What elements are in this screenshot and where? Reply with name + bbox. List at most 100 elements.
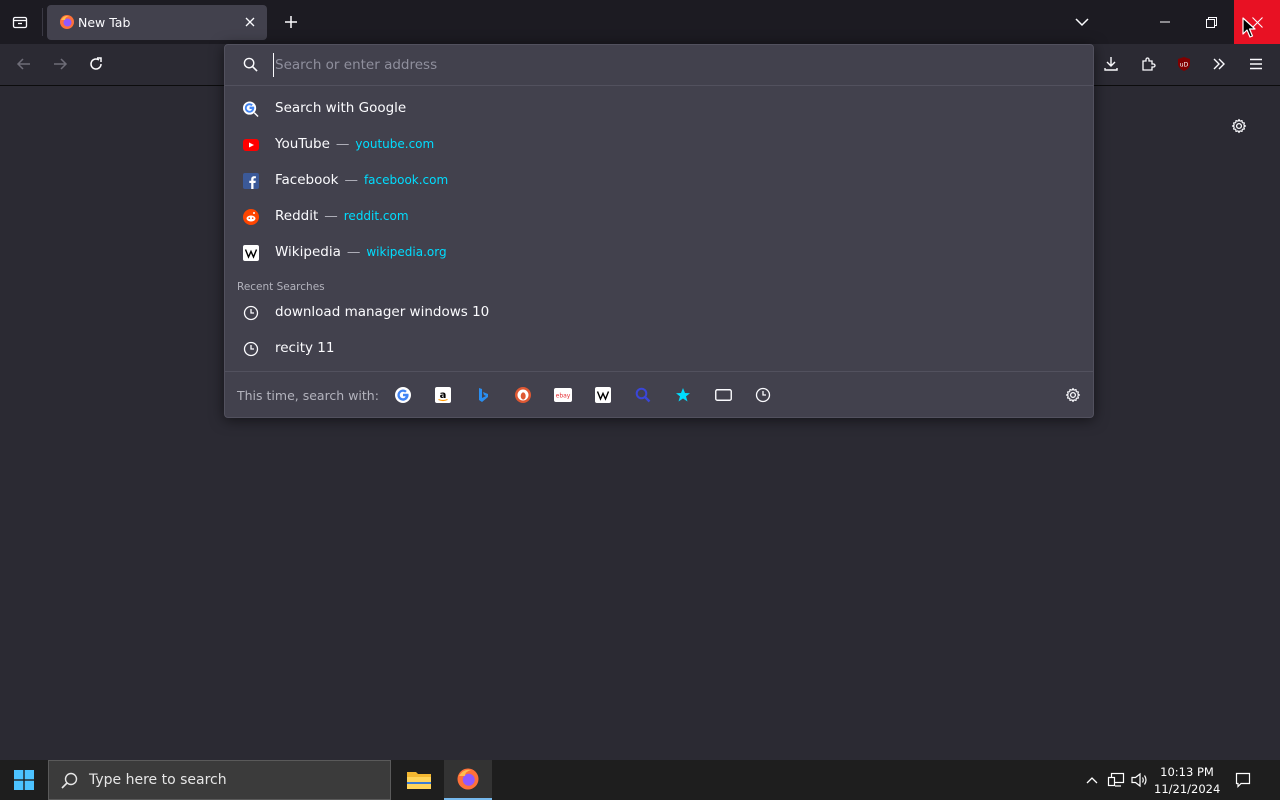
result-label: recity 11 bbox=[275, 340, 335, 356]
reload-button[interactable] bbox=[82, 50, 110, 78]
restore-icon bbox=[1205, 16, 1217, 28]
plus-icon bbox=[285, 16, 297, 28]
extensions-button[interactable] bbox=[1134, 50, 1162, 78]
history-clock-icon bbox=[242, 304, 259, 321]
minimize-icon bbox=[1160, 21, 1170, 23]
ublock-origin-button[interactable]: uD bbox=[1170, 50, 1198, 78]
taskbar-search-box[interactable]: Type here to search bbox=[48, 760, 391, 800]
engine-bing-icon[interactable] bbox=[473, 385, 493, 405]
window-close-button[interactable] bbox=[1234, 0, 1280, 44]
downloads-button[interactable] bbox=[1097, 50, 1125, 78]
customize-new-tab-button[interactable] bbox=[1225, 112, 1253, 140]
search-icon bbox=[61, 772, 78, 793]
youtube-icon bbox=[242, 136, 259, 153]
show-hidden-icons-button[interactable] bbox=[1082, 770, 1102, 790]
folder-icon bbox=[407, 772, 431, 789]
history-clock-icon bbox=[242, 340, 259, 357]
urlbar-results-popup: Search with Google YouTube—youtube.com F… bbox=[224, 44, 1094, 418]
download-icon bbox=[1104, 57, 1118, 71]
tab-new-tab[interactable]: New Tab bbox=[47, 5, 267, 40]
new-tab-button[interactable] bbox=[277, 8, 305, 36]
hamburger-icon bbox=[1250, 58, 1262, 70]
engine-search-icon[interactable] bbox=[633, 385, 653, 405]
google-search-icon bbox=[242, 100, 259, 117]
urlbar-input[interactable] bbox=[273, 53, 1075, 77]
result-search-with-google[interactable]: Search with Google bbox=[225, 90, 1093, 126]
result-label: Reddit — reddit.com bbox=[275, 208, 409, 224]
result-url: youtube.com bbox=[355, 137, 435, 151]
result-url: wikipedia.org bbox=[366, 245, 447, 259]
app-menu-button[interactable] bbox=[1242, 50, 1270, 78]
start-button[interactable] bbox=[0, 760, 48, 800]
tab-title: New Tab bbox=[78, 15, 131, 30]
result-recent-search[interactable]: recity 11 bbox=[225, 330, 1093, 366]
back-button[interactable] bbox=[10, 50, 38, 78]
engine-duckduckgo-icon[interactable] bbox=[513, 385, 533, 405]
result-recent-search[interactable]: download manager windows 10 bbox=[225, 294, 1093, 330]
windows-taskbar: Type here to search 10:13 PM 11/21/2024 bbox=[0, 760, 1280, 800]
history-clock-icon[interactable] bbox=[753, 385, 773, 405]
taskbar-firefox[interactable] bbox=[444, 760, 492, 800]
result-label: Wikipedia — wikipedia.org bbox=[275, 244, 447, 260]
windows-logo-icon bbox=[14, 770, 34, 790]
speaker-icon bbox=[1131, 772, 1147, 788]
window-minimize-button[interactable] bbox=[1142, 0, 1188, 44]
result-shortcut-youtube[interactable]: YouTube — youtube.com bbox=[225, 126, 1093, 162]
puzzle-icon bbox=[1142, 57, 1156, 71]
tab-close-icon[interactable] bbox=[242, 14, 258, 30]
engine-wikipedia-icon[interactable] bbox=[593, 385, 613, 405]
forward-arrow-icon bbox=[54, 58, 68, 70]
tabs-icon[interactable] bbox=[713, 385, 733, 405]
reddit-icon bbox=[242, 208, 259, 225]
tab-separator bbox=[42, 8, 43, 36]
network-tray-button[interactable] bbox=[1105, 770, 1127, 790]
gear-icon bbox=[1231, 118, 1247, 134]
ublock-shield-icon: uD bbox=[1178, 57, 1190, 71]
double-chevron-right-icon bbox=[1213, 58, 1225, 70]
urlbar-input-row bbox=[225, 45, 1093, 86]
firefox-view-icon bbox=[12, 16, 28, 29]
list-all-tabs-button[interactable] bbox=[1068, 8, 1096, 36]
facebook-icon bbox=[242, 172, 259, 189]
result-url: reddit.com bbox=[343, 209, 409, 223]
volume-tray-button[interactable] bbox=[1129, 770, 1151, 790]
result-shortcut-reddit[interactable]: Reddit — reddit.com bbox=[225, 198, 1093, 234]
overflow-menu-button[interactable] bbox=[1205, 50, 1233, 78]
engine-amazon-icon[interactable]: a bbox=[433, 385, 453, 405]
clock-time: 10:13 PM bbox=[1160, 765, 1214, 779]
result-shortcut-wikipedia[interactable]: Wikipedia — wikipedia.org bbox=[225, 234, 1093, 270]
clock-date: 11/21/2024 bbox=[1154, 782, 1221, 796]
taskbar-clock[interactable]: 10:13 PM 11/21/2024 bbox=[1154, 764, 1220, 798]
search-icon bbox=[243, 57, 258, 76]
result-label: Facebook — facebook.com bbox=[275, 172, 449, 188]
forward-button[interactable] bbox=[46, 50, 74, 78]
search-settings-gear-icon[interactable] bbox=[1063, 385, 1083, 405]
chevron-up-icon bbox=[1086, 777, 1098, 784]
result-shortcut-facebook[interactable]: Facebook — facebook.com bbox=[225, 162, 1093, 198]
result-url: facebook.com bbox=[363, 173, 449, 187]
mouse-cursor bbox=[1242, 17, 1256, 43]
firefox-icon bbox=[59, 14, 75, 34]
one-off-search-bar: This time, search with: a ebay bbox=[225, 371, 1093, 418]
engine-ebay-icon[interactable]: ebay bbox=[553, 385, 573, 405]
firefox-view-button[interactable] bbox=[6, 8, 34, 36]
result-label: download manager windows 10 bbox=[275, 304, 490, 320]
one-off-label: This time, search with: bbox=[237, 388, 379, 403]
network-icon bbox=[1107, 772, 1125, 787]
notification-icon bbox=[1235, 772, 1251, 788]
result-label: Search with Google bbox=[275, 100, 407, 116]
engine-google-icon[interactable] bbox=[393, 385, 413, 405]
svg-text:uD: uD bbox=[1180, 62, 1189, 69]
svg-text:a: a bbox=[440, 390, 447, 401]
back-arrow-icon bbox=[16, 58, 30, 70]
result-label: YouTube — youtube.com bbox=[275, 136, 435, 152]
wikipedia-icon bbox=[242, 244, 259, 261]
taskbar-search-placeholder: Type here to search bbox=[89, 772, 227, 788]
svg-text:ebay: ebay bbox=[556, 393, 571, 400]
window-restore-button[interactable] bbox=[1188, 0, 1234, 44]
bookmarks-star-icon[interactable] bbox=[673, 385, 693, 405]
action-center-button[interactable] bbox=[1232, 769, 1254, 791]
taskbar-file-explorer[interactable] bbox=[396, 760, 442, 800]
chevron-down-icon bbox=[1075, 18, 1089, 27]
firefox-icon bbox=[457, 768, 479, 790]
